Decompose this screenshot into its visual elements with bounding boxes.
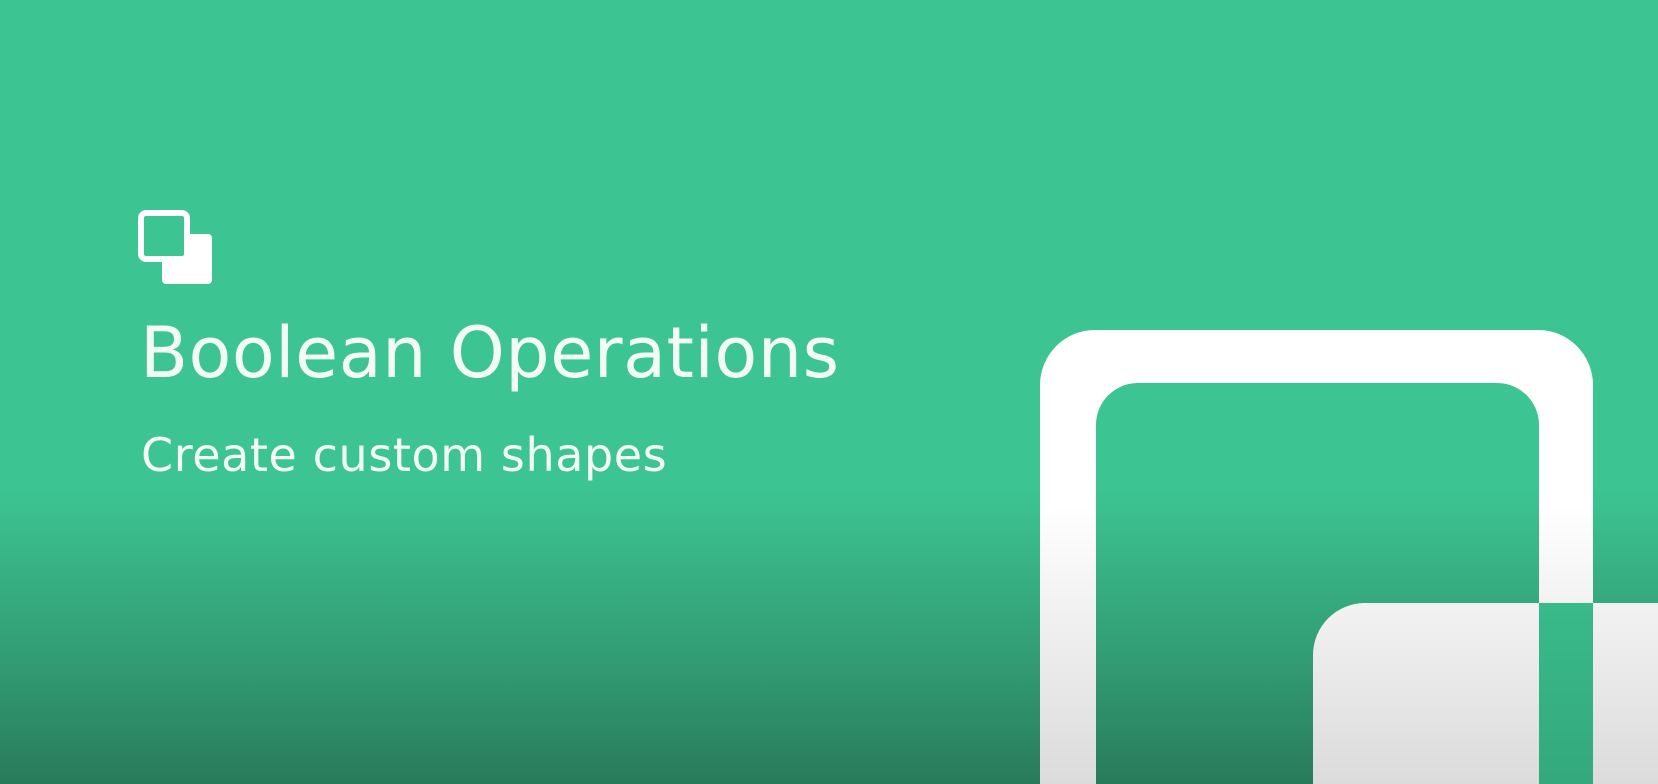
overlapping-squares-graphic	[1040, 330, 1658, 784]
boolean-union-icon	[138, 210, 212, 284]
intro-slide: Boolean Operations Create custom shapes	[0, 0, 1658, 784]
small-square-fill	[1313, 603, 1658, 784]
page-subtitle: Create custom shapes	[141, 428, 668, 482]
page-title: Boolean Operations	[140, 312, 840, 394]
intersection-cutout	[1539, 603, 1593, 784]
